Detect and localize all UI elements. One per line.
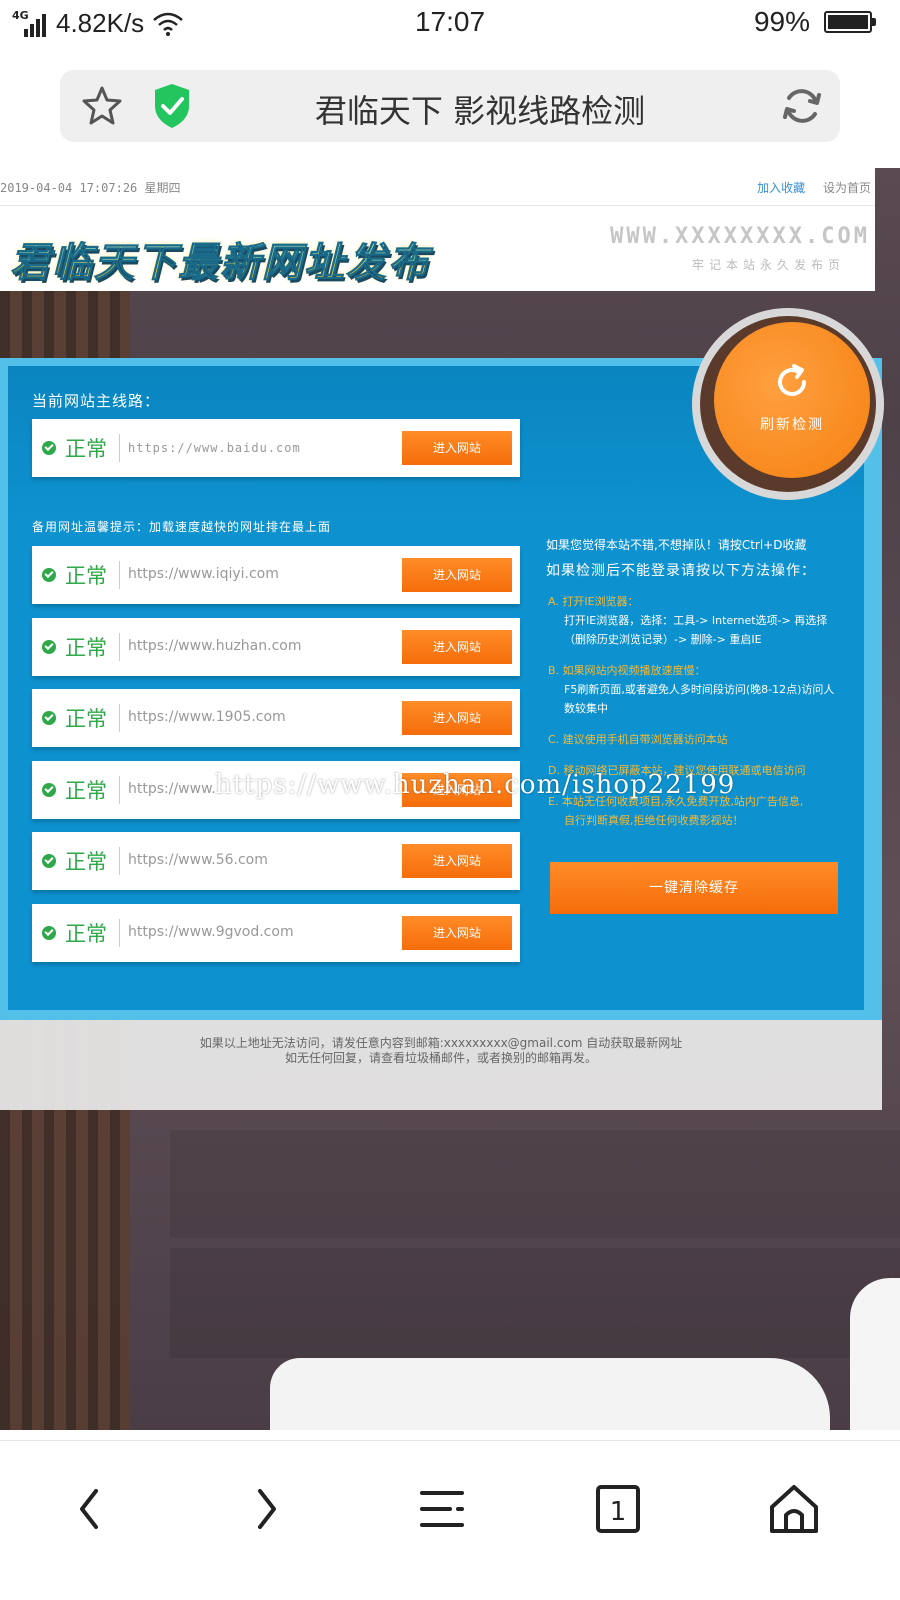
web-content[interactable]: 2019-04-04 17:07:26 星期四 加入收藏 设为首页 君临天下最新… bbox=[0, 168, 900, 1430]
route-status: 正常 bbox=[65, 635, 107, 660]
enter-site-button[interactable]: 进入网站 bbox=[402, 844, 512, 879]
battery-icon bbox=[824, 11, 876, 33]
backup-route-row: 正常 https://www.9gvod.com 进入网站 bbox=[32, 904, 520, 962]
check-circle-icon bbox=[42, 639, 56, 654]
site-header: 君临天下最新网址发布 WWW.XXXXXXXX.COM 牢记本站永久发布页 bbox=[0, 206, 875, 291]
site-domain: WWW.XXXXXXXX.COM bbox=[610, 224, 870, 249]
check-circle-icon bbox=[42, 568, 56, 582]
help-tip: C. 建议使用手机自带浏览器访问本站 bbox=[548, 733, 728, 746]
refresh-detect-button[interactable]: 刷新检测 bbox=[692, 308, 884, 500]
back-icon[interactable] bbox=[60, 1479, 120, 1539]
help-tip: A. 打开IE浏览器： 打开IE浏览器，选择：工具-> Internet选项->… bbox=[548, 595, 828, 646]
status-bar: 4G 4.82K/s 17:07 99% bbox=[0, 0, 900, 50]
refresh-icon bbox=[778, 364, 806, 396]
backup-route-row: 正常 https://www.1905.com 进入网站 bbox=[32, 689, 520, 748]
route-status: 正常 bbox=[65, 922, 107, 946]
forward-icon[interactable] bbox=[236, 1479, 296, 1539]
route-status: 正常 bbox=[65, 850, 107, 875]
footer-note: 如果以上地址无法访问，请发任意内容到邮箱:xxxxxxxxx@gmail.com… bbox=[0, 1036, 882, 1066]
help-tips: A. 打开IE浏览器： 打开IE浏览器，选择：工具-> Internet选项->… bbox=[548, 592, 844, 842]
route-url: https://www.56.com bbox=[128, 852, 268, 869]
page-title[interactable]: 君临天下 影视线路检测 bbox=[210, 86, 750, 132]
route-status: 正常 bbox=[65, 707, 107, 732]
site-logo[interactable]: 君临天下最新网址发布 bbox=[10, 230, 430, 288]
enter-site-button[interactable]: 进入网站 bbox=[402, 916, 512, 950]
browser-nav-bar: 1 bbox=[0, 1440, 900, 1600]
refresh-icon[interactable] bbox=[780, 84, 824, 128]
add-favorite-link[interactable]: 加入收藏 bbox=[757, 181, 805, 195]
set-homepage-link[interactable]: 设为首页 bbox=[823, 181, 871, 195]
enter-site-button[interactable]: 进入网站 bbox=[402, 558, 512, 592]
check-circle-icon bbox=[42, 782, 56, 797]
bookmark-tip: 如果您觉得本站不错,不想掉队！请按Ctrl+D收藏 bbox=[546, 538, 807, 552]
backup-route-row: 正常 https://www.iqiyi.com 进入网站 bbox=[32, 546, 520, 604]
enter-site-button[interactable]: 进入网站 bbox=[402, 701, 512, 736]
route-url: https://www.9gvod.com bbox=[128, 924, 294, 940]
route-url: https://www.1905.com bbox=[128, 709, 286, 726]
refresh-detect-label: 刷新检测 bbox=[760, 417, 824, 433]
enter-site-button[interactable]: 进入网站 bbox=[402, 629, 512, 664]
menu-icon[interactable] bbox=[412, 1479, 472, 1539]
main-route-row: 正常 https://www.baidu.com 进入网站 bbox=[32, 419, 520, 477]
backup-routes-title: 备用网址温馨提示：加载速度越快的网址排在最上面 bbox=[32, 520, 332, 534]
footer-line: 如无任何回复，请查看垃圾桶邮件，或者换别的邮箱再发。 bbox=[284, 1051, 597, 1065]
check-circle-icon bbox=[42, 926, 56, 940]
site-datetime: 2019-04-04 17:07:26 星期四 bbox=[0, 181, 181, 195]
address-bar[interactable]: 君临天下 影视线路检测 bbox=[60, 70, 840, 142]
backup-route-row: 正常 https://www.huzhan.com 进入网站 bbox=[32, 617, 520, 676]
route-status: 正常 bbox=[65, 778, 107, 803]
main-route-title: 当前网站主线路： bbox=[32, 392, 161, 410]
site-top-bar: 2019-04-04 17:07:26 星期四 加入收藏 设为首页 bbox=[0, 168, 875, 206]
help-tip: B. 如果网站内视频播放速度慢： F5刷新页面,或者避免人多时间段访问(晚8-1… bbox=[548, 664, 835, 715]
check-circle-icon bbox=[42, 441, 56, 455]
help-heading: 如果检测后不能登录请按以下方法操作： bbox=[546, 563, 816, 579]
tab-count: 1 bbox=[610, 1497, 627, 1527]
battery-percent: 99% bbox=[753, 6, 810, 37]
shield-check-icon[interactable] bbox=[152, 82, 192, 130]
tabs-icon[interactable]: 1 bbox=[588, 1479, 648, 1539]
route-status: 正常 bbox=[65, 437, 107, 461]
footer-line: 如果以上地址无法访问，请发任意内容到邮箱:xxxxxxxxx@gmail.com… bbox=[199, 1036, 683, 1050]
route-url: https://www.iqiyi.com bbox=[128, 566, 279, 582]
clear-cache-button[interactable]: 一键清除缓存 bbox=[550, 862, 838, 914]
route-url: https://www.huzhan.com bbox=[128, 637, 302, 654]
home-icon[interactable] bbox=[764, 1479, 824, 1539]
route-url: https://www. bbox=[128, 780, 216, 797]
route-url: https://www.baidu.com bbox=[128, 441, 301, 455]
enter-site-button[interactable]: 进入网站 bbox=[402, 431, 512, 465]
route-status: 正常 bbox=[65, 564, 107, 588]
backup-route-row: 正常 https://www.56.com 进入网站 bbox=[32, 832, 520, 891]
check-circle-icon bbox=[42, 711, 56, 726]
site-domain-subtitle: 牢记本站永久发布页 bbox=[691, 258, 845, 272]
star-icon[interactable] bbox=[80, 84, 124, 128]
check-circle-icon bbox=[42, 854, 56, 869]
watermark-text: https://www.huzhan.com/ishop22199 bbox=[215, 770, 736, 800]
